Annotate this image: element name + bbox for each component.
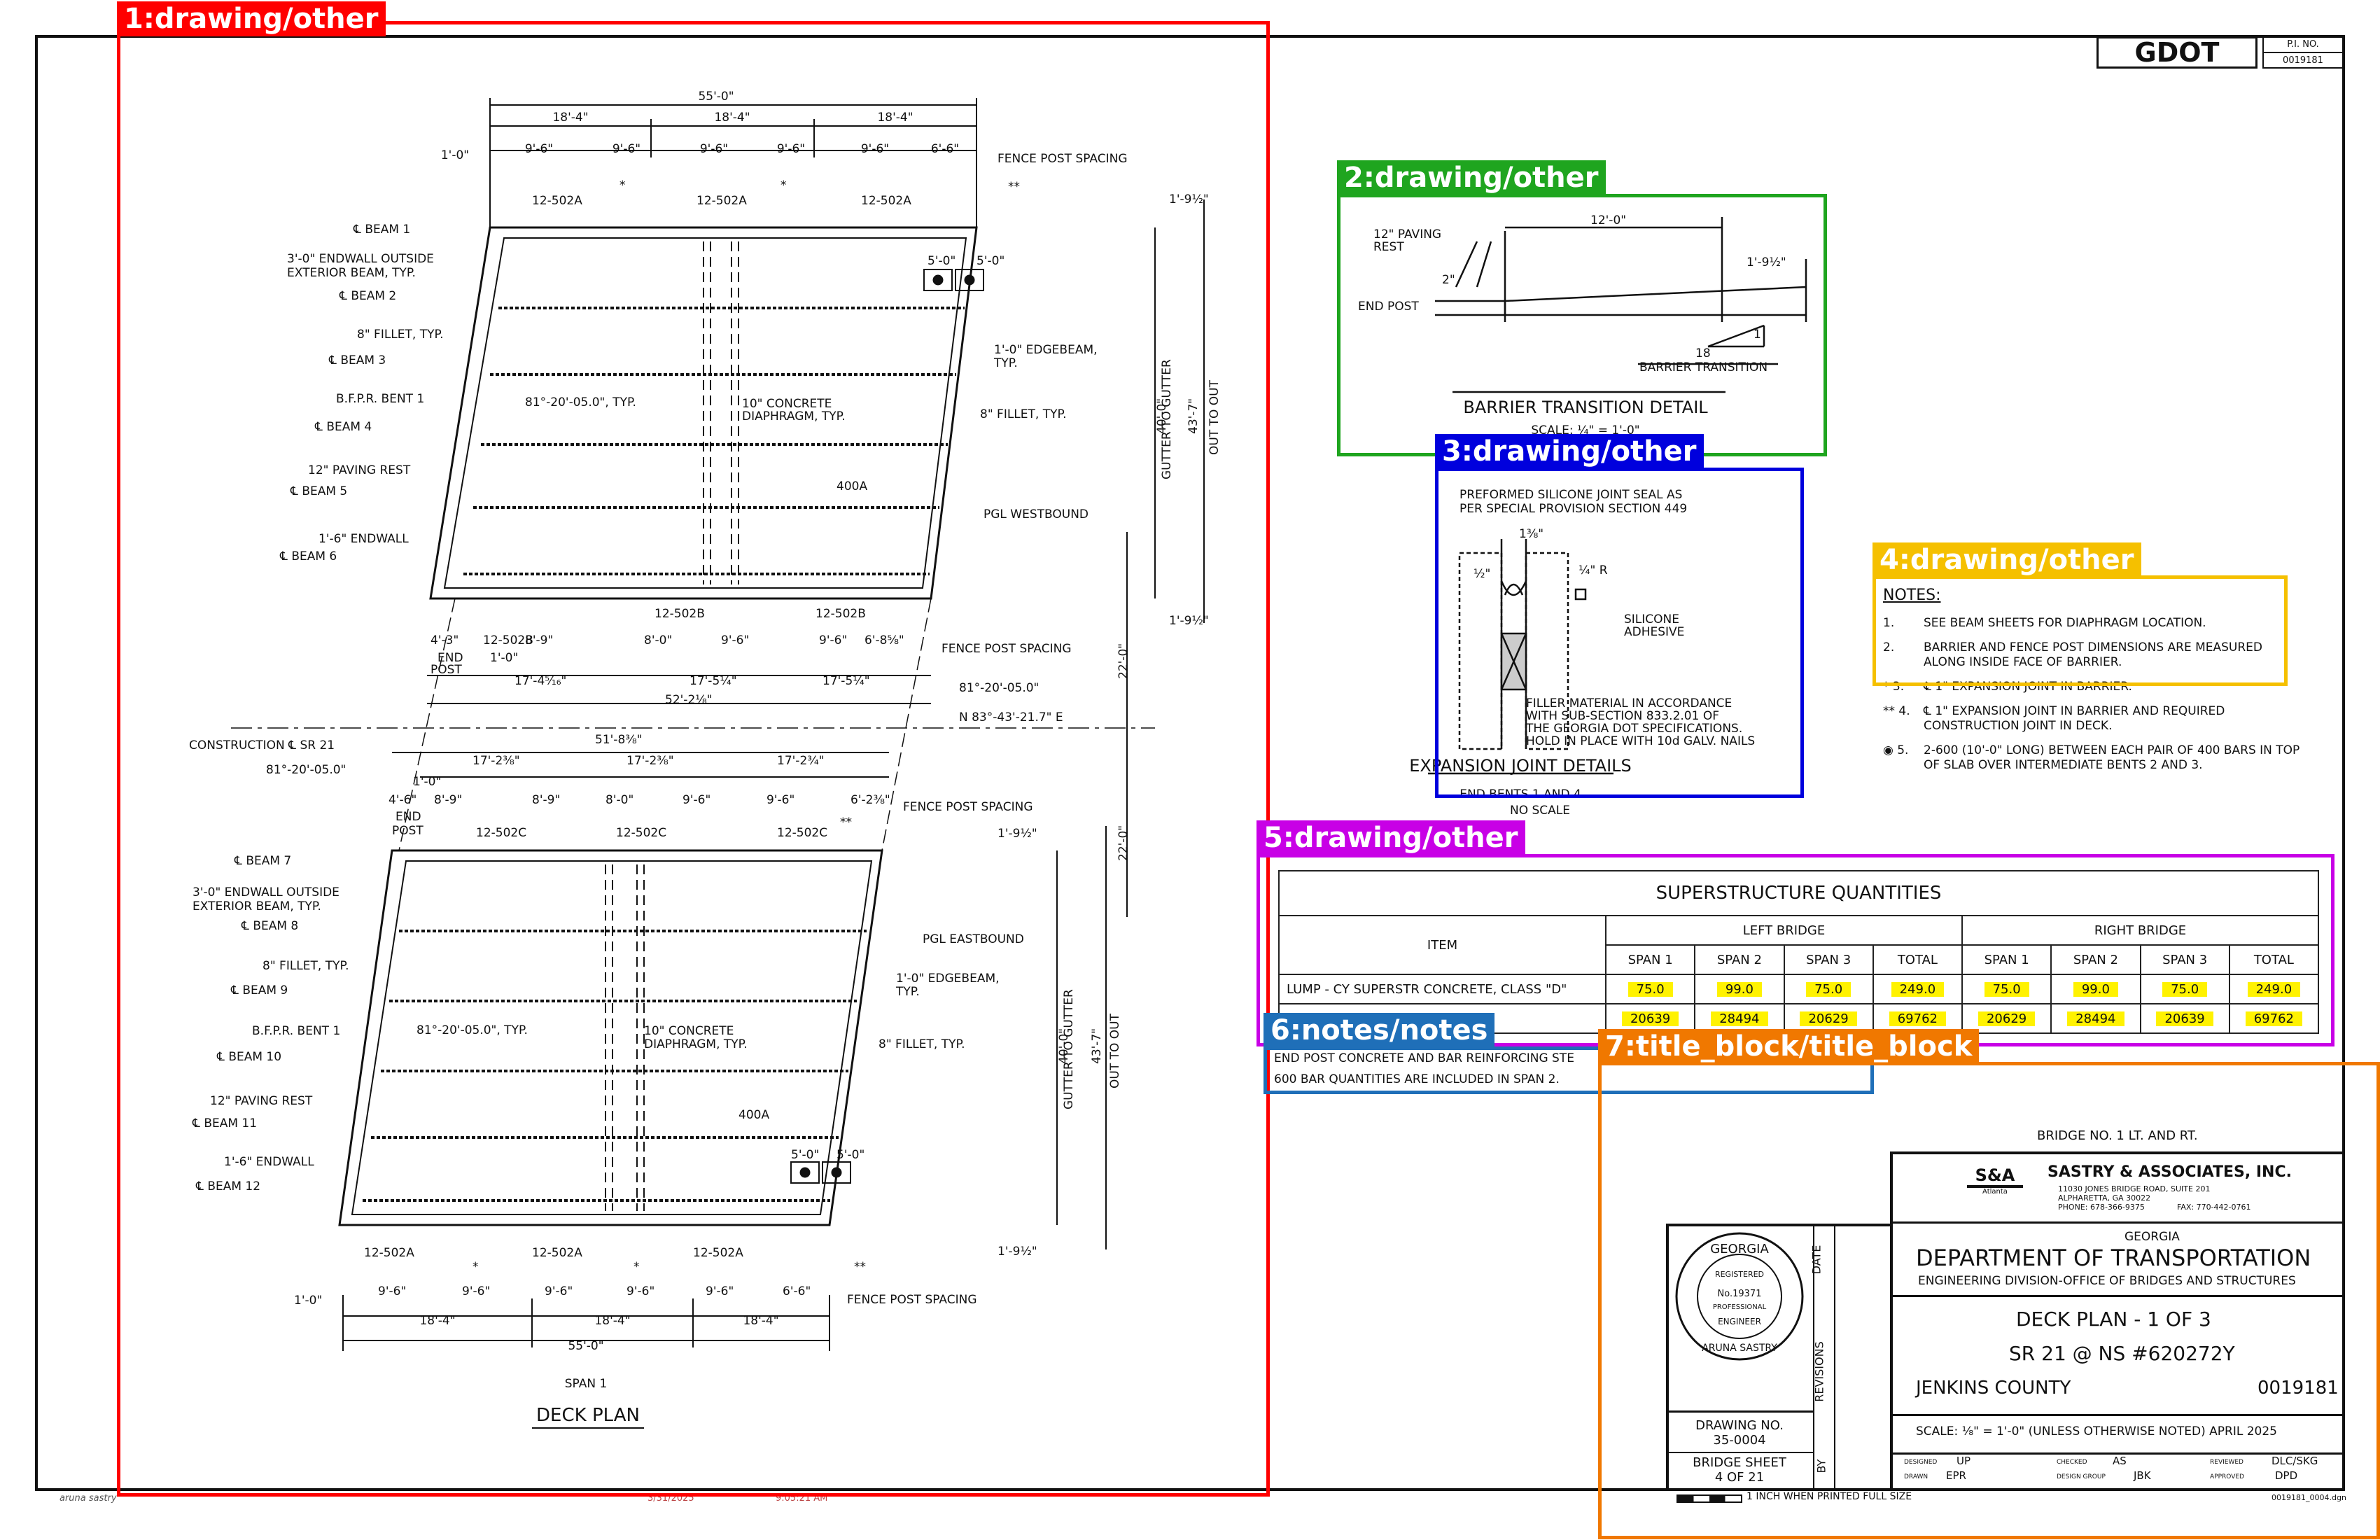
region-label-2: 2:drawing/other — [1337, 160, 1606, 195]
region-box-3 — [1435, 468, 1804, 798]
region-box-2 — [1337, 194, 1827, 456]
note-text: ℄ 1" EXPANSION JOINT IN BARRIER AND REQU… — [1924, 704, 2225, 733]
region-box-7 — [1598, 1062, 2380, 1539]
region-label-6: 6:notes/notes — [1264, 1013, 1495, 1048]
region-box-1 — [117, 21, 1270, 1497]
note-item: ** 4. ℄ 1" EXPANSION JOINT IN BARRIER AND… — [1883, 704, 2303, 734]
region-label-3: 3:drawing/other — [1435, 434, 1704, 469]
exp-scale: NO SCALE — [1510, 804, 1570, 818]
note-text: 2-600 (10'-0" LONG) BETWEEN EACH PAIR OF… — [1924, 743, 2300, 772]
footer-user: aruna sastry — [59, 1493, 117, 1504]
region-box-4 — [1872, 575, 2288, 686]
region-label-5: 5:drawing/other — [1256, 820, 1525, 855]
region-label-7: 7:title_block/title_block — [1598, 1029, 1980, 1064]
note-mark: ◉ 5. — [1883, 743, 1909, 757]
note-item: ◉ 5. 2-600 (10'-0" LONG) BETWEEN EACH PAI… — [1883, 743, 2303, 773]
region-label-1: 1:drawing/other — [117, 1, 386, 36]
region-label-4: 4:drawing/other — [1872, 542, 2141, 578]
note-mark: ** 4. — [1883, 704, 1910, 718]
